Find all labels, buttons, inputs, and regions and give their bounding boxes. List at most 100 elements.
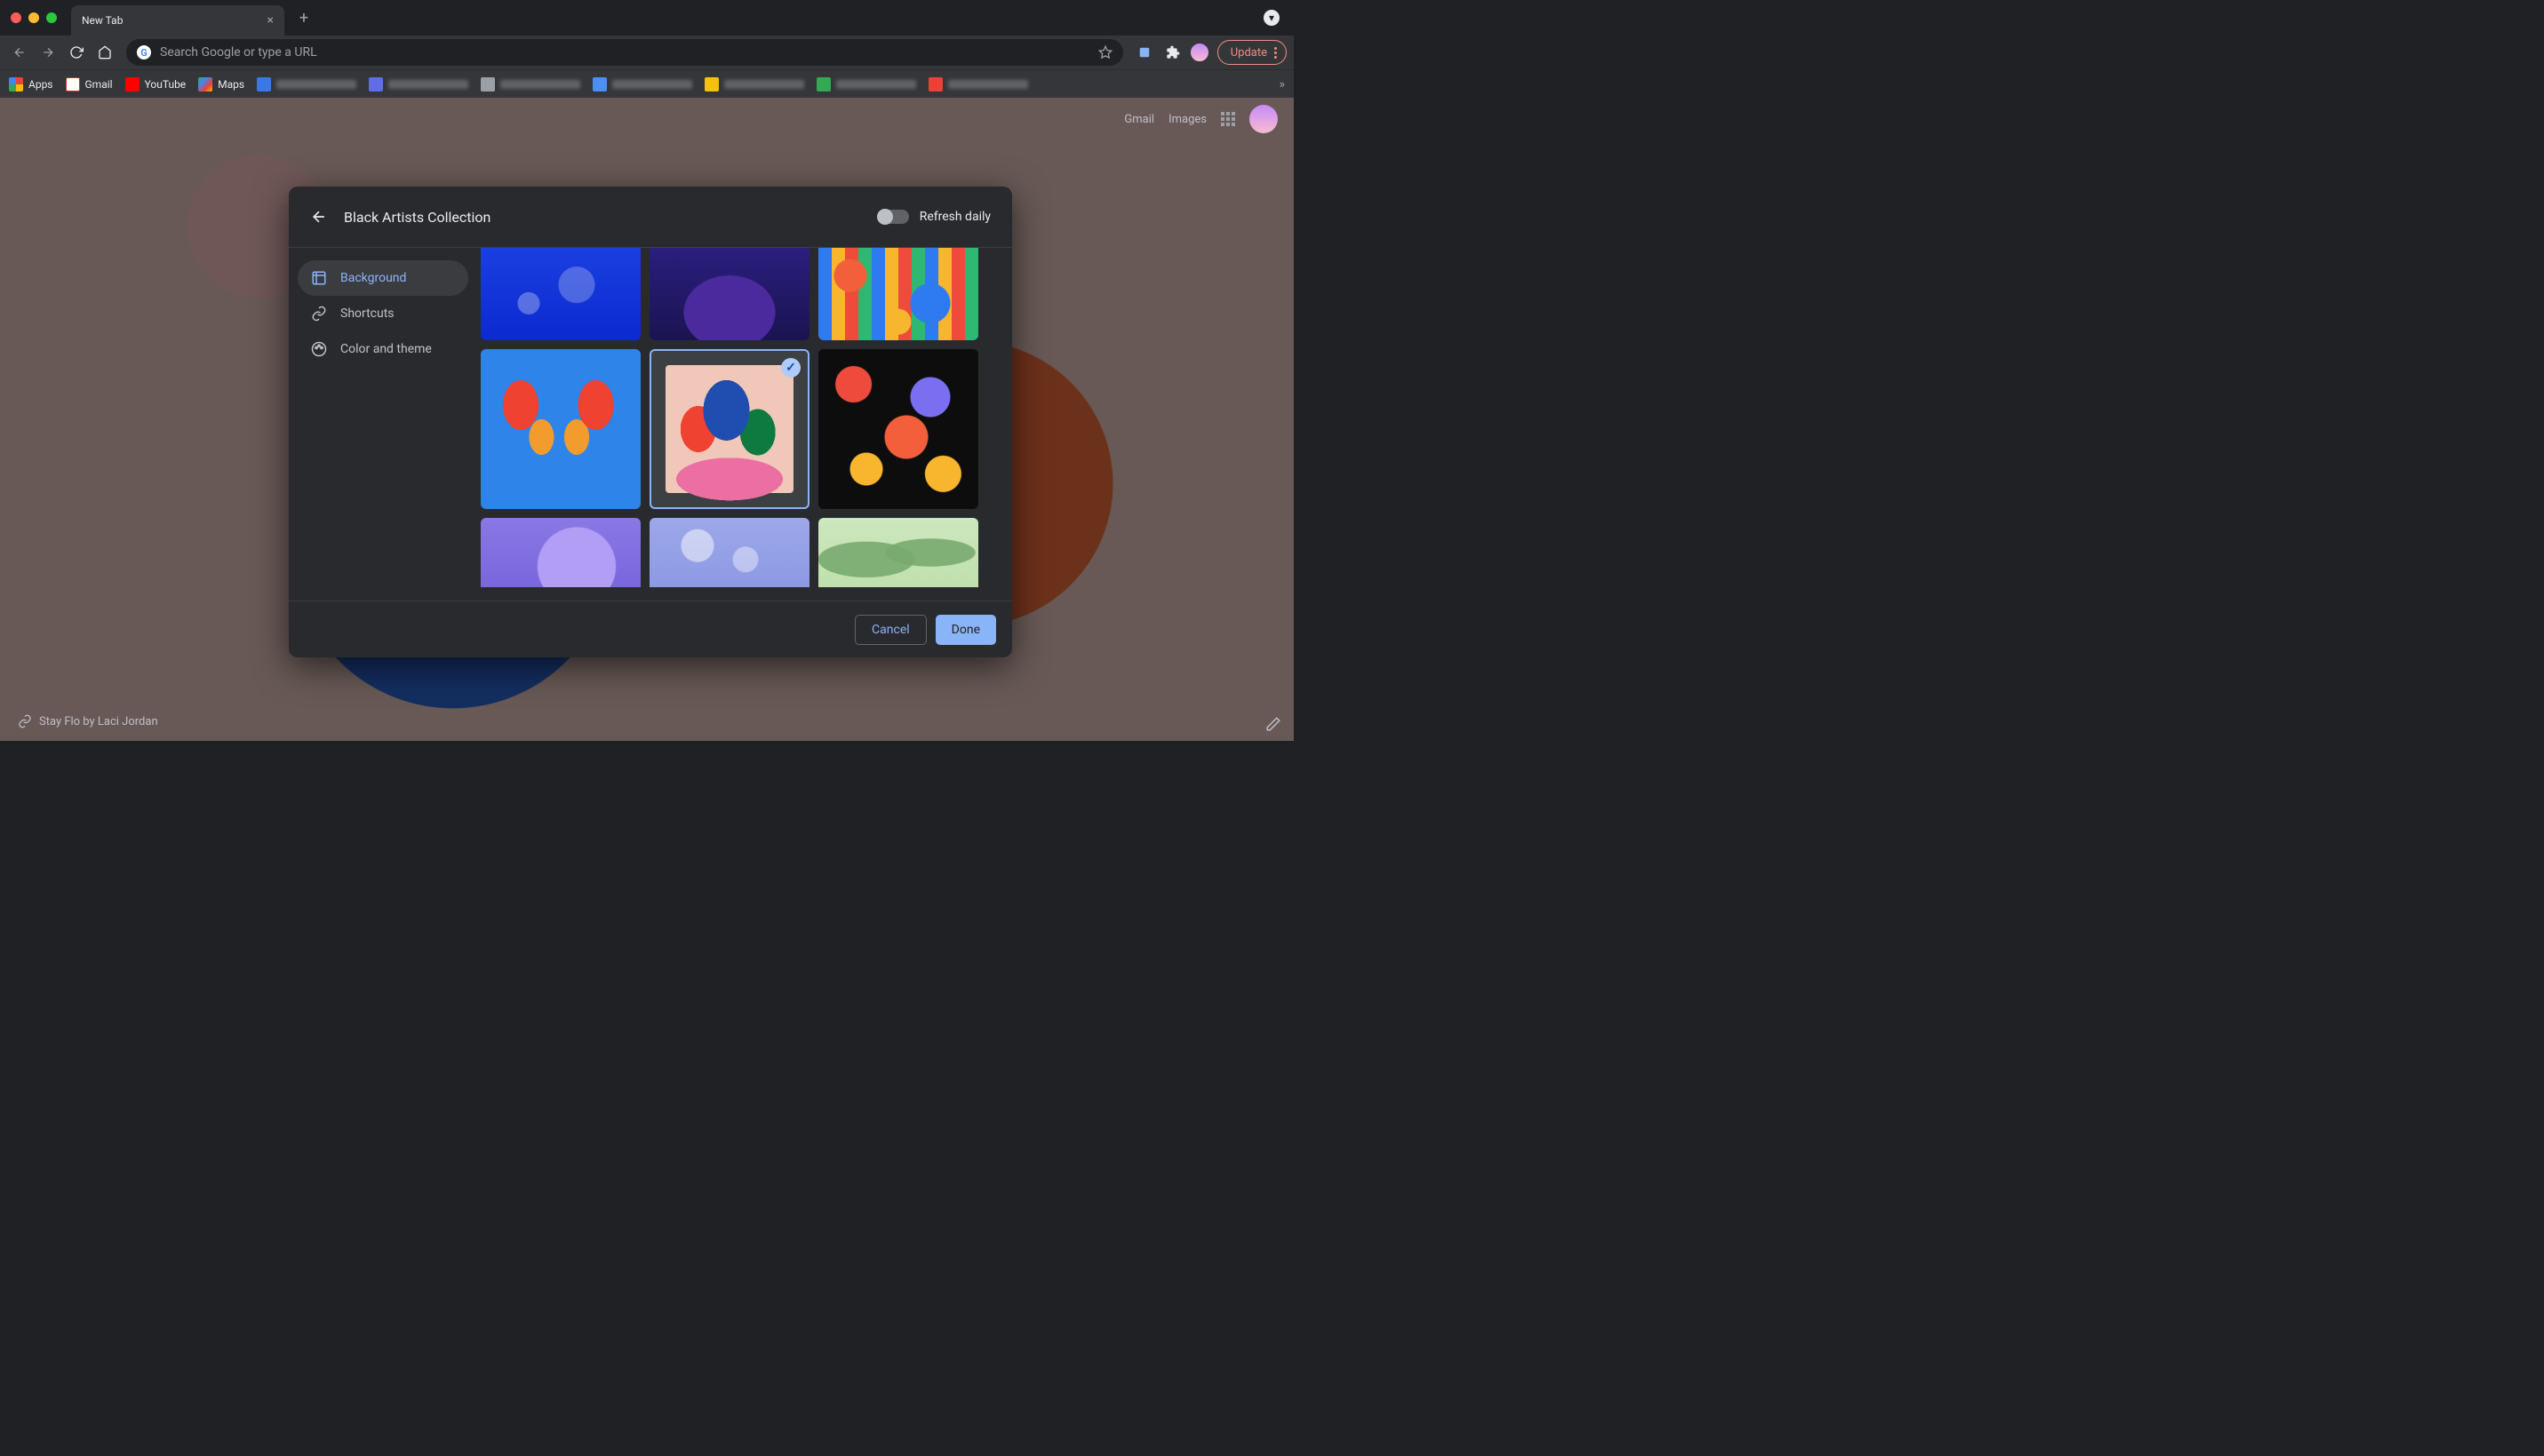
browser-toolbar: G Search Google or type a URL Update: [0, 36, 1294, 69]
back-button[interactable]: [7, 40, 32, 65]
button-label: Cancel: [872, 623, 910, 637]
new-tab-button[interactable]: +: [291, 5, 316, 30]
profile-avatar[interactable]: [1189, 42, 1210, 63]
bookmarks-bar: Apps Gmail YouTube Maps »: [0, 69, 1294, 98]
maps-icon: [198, 77, 212, 91]
folder-icon: [369, 77, 383, 91]
kebab-icon: [1274, 47, 1277, 59]
arrow-left-icon: [310, 208, 328, 226]
blurred-label: [612, 80, 692, 89]
background-attribution[interactable]: Stay Flo by Laci Jordan: [18, 714, 158, 728]
background-gallery[interactable]: ✓: [477, 248, 1012, 601]
ntp-gmail-link[interactable]: Gmail: [1124, 113, 1154, 126]
bookmark-star-icon[interactable]: [1098, 45, 1113, 60]
dialog-footer: Cancel Done: [289, 601, 1012, 657]
background-thumbnail[interactable]: [818, 349, 978, 509]
bookmark-blurred[interactable]: [593, 77, 692, 91]
refresh-daily-toggle[interactable]: [879, 210, 909, 224]
apps-icon: [9, 77, 23, 91]
check-icon: ✓: [781, 358, 801, 378]
bookmark-youtube[interactable]: YouTube: [125, 77, 187, 91]
folder-icon: [705, 77, 719, 91]
blurred-label: [276, 80, 356, 89]
bookmark-label: YouTube: [145, 78, 187, 91]
google-apps-icon[interactable]: [1221, 112, 1235, 126]
attribution-text: Stay Flo by Laci Jordan: [39, 715, 158, 728]
account-menu-icon[interactable]: ▾: [1264, 10, 1280, 26]
gmail-icon: [66, 77, 80, 91]
blurred-label: [500, 80, 580, 89]
browser-tab[interactable]: New Tab ×: [71, 5, 284, 36]
bookmark-blurred[interactable]: [817, 77, 916, 91]
dialog-back-button[interactable]: [310, 208, 328, 226]
background-thumbnail[interactable]: [481, 248, 641, 340]
window-maximize-button[interactable]: [46, 12, 57, 23]
ntp-images-link[interactable]: Images: [1168, 113, 1207, 126]
blurred-label: [948, 80, 1028, 89]
tab-close-icon[interactable]: ×: [267, 13, 274, 28]
update-button[interactable]: Update: [1217, 40, 1287, 65]
bookmark-maps[interactable]: Maps: [198, 77, 244, 91]
background-thumbnail[interactable]: [481, 349, 641, 509]
window-minimize-button[interactable]: [28, 12, 39, 23]
extension-button[interactable]: [1132, 40, 1157, 65]
omnibox-placeholder: Search Google or type a URL: [160, 45, 317, 60]
plus-icon: +: [299, 9, 308, 28]
bookmark-gmail[interactable]: Gmail: [66, 77, 113, 91]
palette-icon: [310, 341, 328, 357]
bookmark-blurred[interactable]: [257, 77, 356, 91]
arrow-left-icon: [12, 45, 27, 60]
done-button[interactable]: Done: [936, 615, 996, 645]
customize-dialog: Black Artists Collection Refresh daily B…: [289, 187, 1012, 657]
folder-icon: [593, 77, 607, 91]
ntp-avatar[interactable]: [1249, 105, 1278, 133]
reload-button[interactable]: [64, 40, 89, 65]
bookmark-apps[interactable]: Apps: [9, 77, 53, 91]
bookmark-blurred[interactable]: [929, 77, 1028, 91]
forward-button[interactable]: [36, 40, 60, 65]
customize-button[interactable]: [1265, 716, 1281, 732]
cancel-button[interactable]: Cancel: [855, 615, 927, 645]
omnibox[interactable]: G Search Google or type a URL: [126, 39, 1123, 66]
tab-title: New Tab: [82, 14, 123, 27]
window-titlebar: New Tab × + ▾: [0, 0, 1294, 36]
refresh-daily-label: Refresh daily: [920, 210, 991, 224]
reload-icon: [69, 45, 84, 60]
background-thumbnail[interactable]: [818, 248, 978, 340]
bookmark-label: Maps: [218, 78, 244, 91]
thumbnail-art: [666, 365, 794, 493]
folder-icon: [257, 77, 271, 91]
arrow-right-icon: [41, 45, 55, 60]
link-icon: [310, 306, 328, 322]
background-thumbnail[interactable]: [650, 518, 809, 587]
button-label: Done: [952, 623, 980, 637]
puzzle-icon: [1166, 45, 1180, 60]
blurred-label: [388, 80, 468, 89]
bookmark-blurred[interactable]: [369, 77, 468, 91]
home-button[interactable]: [92, 40, 117, 65]
nav-label: Color and theme: [340, 342, 432, 356]
background-thumbnail[interactable]: [481, 518, 641, 587]
nav-background[interactable]: Background: [298, 260, 468, 296]
nav-shortcuts[interactable]: Shortcuts: [298, 296, 468, 331]
bookmark-blurred[interactable]: [705, 77, 804, 91]
window-controls: [11, 12, 57, 23]
ntp-header-links: Gmail Images: [1124, 105, 1278, 133]
youtube-icon: [125, 77, 140, 91]
link-icon: [18, 714, 32, 728]
nav-color-theme[interactable]: Color and theme: [298, 331, 468, 367]
extensions-menu-button[interactable]: [1160, 40, 1185, 65]
pencil-icon: [1265, 716, 1281, 732]
background-thumbnail-selected[interactable]: ✓: [650, 349, 809, 509]
bookmarks-overflow-icon[interactable]: »: [1279, 77, 1285, 91]
dialog-header: Black Artists Collection Refresh daily: [289, 187, 1012, 247]
extension-icon: [1136, 44, 1152, 60]
bookmark-blurred[interactable]: [481, 77, 580, 91]
dialog-sidenav: Background Shortcuts Color and theme: [289, 248, 477, 601]
blurred-label: [836, 80, 916, 89]
window-close-button[interactable]: [11, 12, 21, 23]
background-thumbnail[interactable]: [650, 248, 809, 340]
update-label: Update: [1231, 46, 1267, 60]
background-thumbnail[interactable]: [818, 518, 978, 587]
background-icon: [310, 270, 328, 286]
